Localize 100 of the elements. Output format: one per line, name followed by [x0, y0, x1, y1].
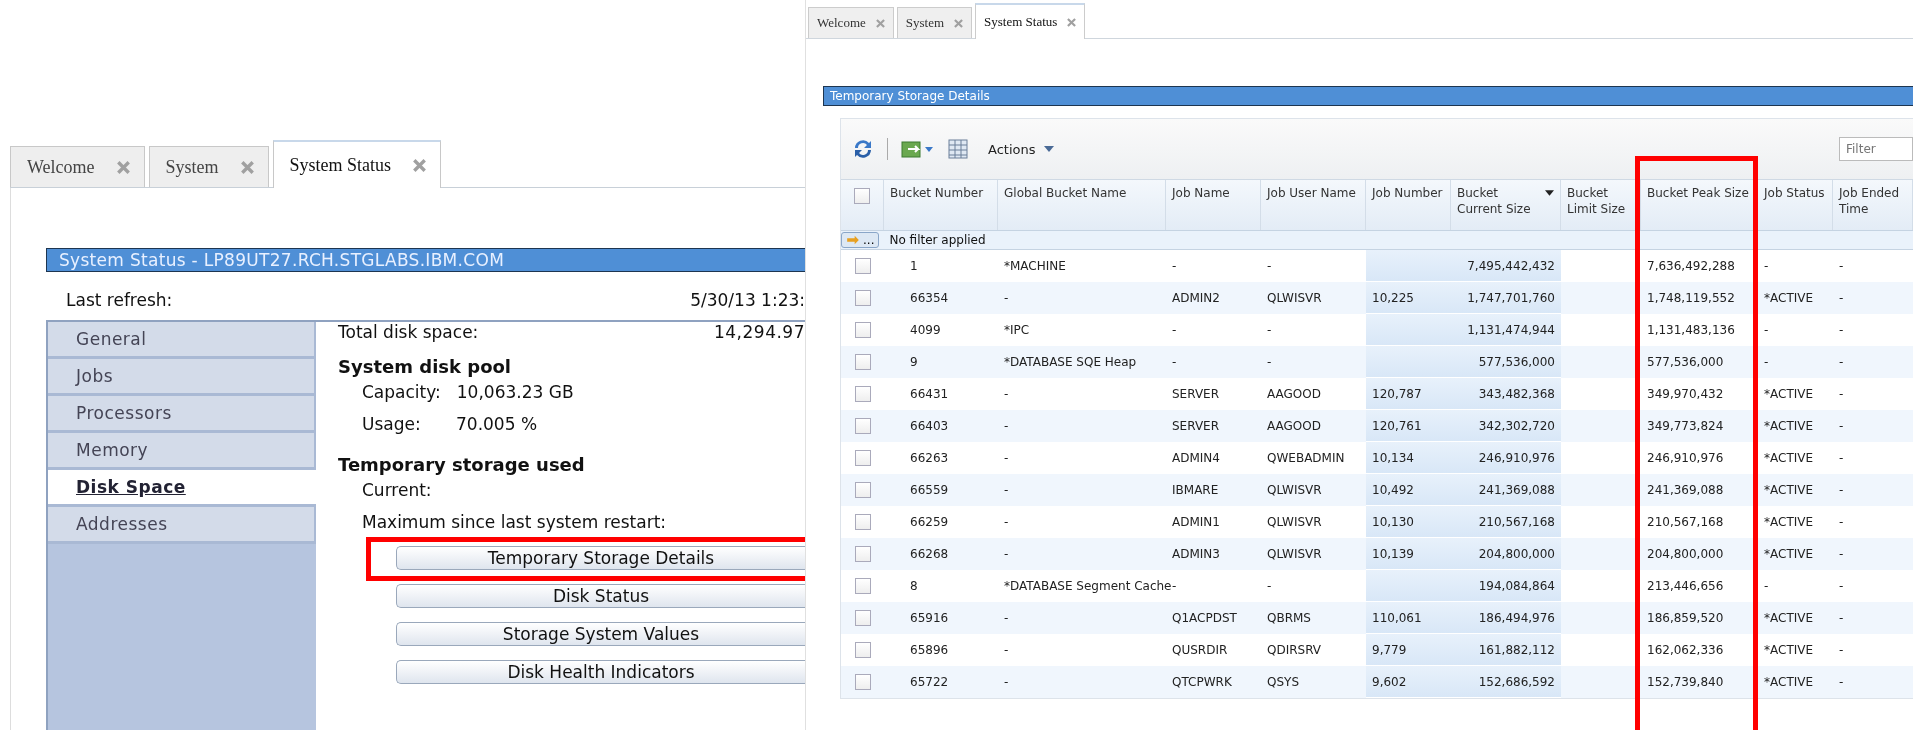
- table-cell: 1: [910, 259, 918, 273]
- table-cell: -: [1839, 387, 1844, 401]
- table-cell: *IPC: [1004, 323, 1030, 337]
- table-cell: 120,787: [1372, 386, 1422, 401]
- filter-field[interactable]: Filter: [1839, 137, 1913, 161]
- tab[interactable]: System Status: [975, 3, 1086, 39]
- table-cell: 10,225: [1372, 290, 1414, 305]
- checkbox[interactable]: [854, 578, 871, 594]
- table-cell: -: [1004, 643, 1009, 657]
- table-cell: 241,369,088: [1647, 483, 1724, 497]
- arrow-icon: [846, 235, 860, 245]
- action-button[interactable]: Temporary Storage Details: [396, 546, 805, 570]
- column-header[interactable]: Job User Name: [1261, 180, 1366, 230]
- table-cell: QSYS: [1267, 675, 1299, 689]
- field-label: Usage:: [362, 414, 422, 436]
- action-button[interactable]: Storage System Values: [396, 622, 805, 646]
- checkbox[interactable]: [854, 514, 871, 530]
- checkbox[interactable]: [854, 546, 871, 562]
- table-cell: 577,536,000: [1647, 355, 1724, 369]
- actions-menu[interactable]: Actions: [982, 141, 1060, 157]
- field-label: Maximum since last system restart:: [362, 512, 667, 534]
- table-cell: QLWISVR: [1267, 483, 1322, 497]
- table-cell: 66559: [910, 483, 949, 497]
- column-header[interactable]: Bucket Peak Size: [1641, 180, 1758, 230]
- field-label: Total disk space:: [338, 322, 479, 344]
- column-header[interactable]: Job Status: [1758, 180, 1833, 230]
- column-header[interactable]: Job Name: [1166, 180, 1261, 230]
- field-value: 14,294.97: [713, 322, 805, 344]
- nav-item[interactable]: Memory: [48, 433, 316, 470]
- table-cell: -: [1004, 291, 1009, 305]
- table-cell: 9,602: [1372, 674, 1407, 689]
- column-header[interactable]: Global Bucket Name: [998, 180, 1166, 230]
- column-header[interactable]: Bucket Limit Size: [1561, 180, 1641, 230]
- table-cell: ADMIN1: [1172, 515, 1220, 529]
- table-cell: *ACTIVE: [1764, 387, 1814, 401]
- table-cell: -: [1839, 675, 1844, 689]
- column-header[interactable]: Bucket Number: [884, 180, 998, 230]
- close-icon[interactable]: [240, 160, 254, 174]
- close-icon[interactable]: [875, 18, 885, 28]
- table-cell: 10,134: [1372, 450, 1414, 465]
- close-icon[interactable]: [954, 18, 964, 28]
- table-cell: -: [1172, 579, 1177, 593]
- close-icon[interactable]: [116, 160, 130, 174]
- filter-button[interactable]: ...: [841, 232, 880, 248]
- column-header[interactable]: Job Ended Time: [1833, 180, 1913, 230]
- checkbox[interactable]: [854, 610, 871, 626]
- close-icon[interactable]: [413, 158, 427, 172]
- table-cell: 349,970,432: [1647, 387, 1724, 401]
- table-cell: -: [1839, 451, 1844, 465]
- action-button[interactable]: Disk Status: [396, 584, 805, 608]
- table-cell: *DATABASE Segment Cache: [1004, 579, 1172, 593]
- nav-item[interactable]: General: [48, 322, 316, 359]
- checkbox[interactable]: [854, 322, 871, 338]
- checkbox[interactable]: [854, 418, 871, 434]
- tab[interactable]: System: [896, 7, 973, 38]
- table-cell: ADMIN2: [1172, 291, 1220, 305]
- table-cell: *ACTIVE: [1764, 675, 1814, 689]
- table-cell: 246,910,976: [1478, 450, 1555, 465]
- table-cell: 10,139: [1372, 546, 1414, 561]
- checkbox[interactable]: [854, 642, 871, 658]
- checkbox[interactable]: [854, 354, 871, 370]
- table-cell: 10,130: [1372, 514, 1414, 529]
- table-cell: -: [1839, 579, 1844, 593]
- checkbox[interactable]: [854, 674, 871, 690]
- checkbox[interactable]: [854, 188, 870, 204]
- action-button[interactable]: Disk Health Indicators: [396, 660, 805, 684]
- column-header[interactable]: Job Number: [1366, 180, 1451, 230]
- checkbox[interactable]: [854, 290, 871, 306]
- tab[interactable]: Welcome: [10, 146, 145, 187]
- nav-item[interactable]: Jobs: [48, 359, 316, 396]
- table-cell: 162,062,336: [1647, 643, 1724, 657]
- tab[interactable]: System Status: [272, 140, 442, 188]
- table-cell: -: [1004, 611, 1009, 625]
- table-cell: 343,482,368: [1478, 386, 1555, 401]
- table-cell: *ACTIVE: [1764, 451, 1814, 465]
- checkbox[interactable]: [854, 482, 871, 498]
- table-cell: 241,369,088: [1478, 482, 1555, 497]
- table-cell: 577,536,000: [1478, 354, 1555, 369]
- table-cell: -: [1267, 259, 1272, 273]
- close-icon[interactable]: [1067, 17, 1077, 27]
- checkbox[interactable]: [854, 258, 871, 274]
- checkbox[interactable]: [854, 386, 871, 402]
- table-cell: -: [1839, 483, 1844, 497]
- nav-item[interactable]: Processors: [48, 396, 316, 433]
- table-cell: 65722: [910, 675, 949, 689]
- checkbox[interactable]: [854, 450, 871, 466]
- panel-title: System Status - LP89UT27.RCH.STGLABS.IBM.COM: [46, 248, 805, 272]
- table-cell: QWEBADMIN: [1267, 451, 1345, 465]
- table-cell: 65896: [910, 643, 949, 657]
- table-cell: *ACTIVE: [1764, 643, 1814, 657]
- tab[interactable]: System: [148, 146, 269, 187]
- table-cell: 66354: [910, 291, 949, 305]
- table-cell: QBRMS: [1267, 611, 1311, 625]
- column-header[interactable]: Bucket Current Size: [1451, 180, 1561, 230]
- table-cell: ADMIN3: [1172, 547, 1220, 561]
- table-settings-icon[interactable]: [946, 137, 970, 161]
- tab[interactable]: Welcome: [808, 7, 894, 38]
- nav-item[interactable]: Disk Space: [48, 470, 316, 507]
- table-cell: 210,567,168: [1647, 515, 1724, 529]
- nav-item[interactable]: Addresses: [48, 507, 316, 544]
